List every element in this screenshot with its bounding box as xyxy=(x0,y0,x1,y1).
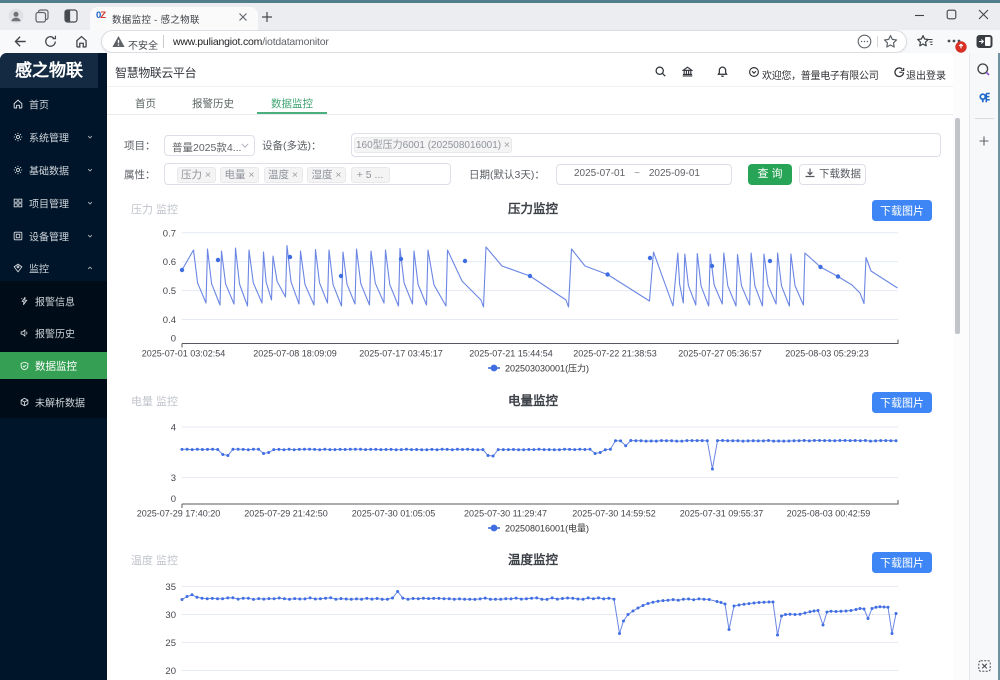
svg-text:202508016001(电量): 202508016001(电量) xyxy=(505,523,589,534)
svg-text:电量监控: 电量监控 xyxy=(508,393,559,408)
svg-text:下载图片: 下载图片 xyxy=(880,205,924,218)
svg-text:35: 35 xyxy=(165,582,176,593)
svg-text:30: 30 xyxy=(165,610,176,621)
svg-text:0.6: 0.6 xyxy=(163,257,176,268)
svg-text:4: 4 xyxy=(171,423,176,434)
svg-text:压力监控: 压力监控 xyxy=(508,201,559,216)
svg-text:2025-07-22 21:38:53: 2025-07-22 21:38:53 xyxy=(573,349,657,359)
svg-text:2025-07-30 11:29:47: 2025-07-30 11:29:47 xyxy=(464,509,547,519)
svg-text:2025-07-31 09:55:37: 2025-07-31 09:55:37 xyxy=(680,509,764,519)
svg-text:2025-07-29 17:40:20: 2025-07-29 17:40:20 xyxy=(137,509,221,519)
svg-text:下载图片: 下载图片 xyxy=(880,557,924,570)
svg-text:2025-07-01 03:02:54: 2025-07-01 03:02:54 xyxy=(142,349,226,359)
svg-text:3: 3 xyxy=(171,473,176,484)
svg-text:2025-07-30 01:05:05: 2025-07-30 01:05:05 xyxy=(352,509,436,519)
svg-text:下载图片: 下载图片 xyxy=(880,397,924,410)
svg-text:0.7: 0.7 xyxy=(163,228,176,239)
svg-text:2025-07-29 21:42:50: 2025-07-29 21:42:50 xyxy=(244,509,328,519)
svg-text:25: 25 xyxy=(165,638,176,649)
svg-text:压力 监控: 压力 监控 xyxy=(131,202,178,216)
svg-text:温度 监控: 温度 监控 xyxy=(131,553,178,567)
svg-text:0.5: 0.5 xyxy=(163,286,176,297)
svg-text:202503030001(压力): 202503030001(压力) xyxy=(505,363,589,374)
svg-text:20: 20 xyxy=(165,666,176,677)
svg-text:2025-08-03 05:29:23: 2025-08-03 05:29:23 xyxy=(785,349,869,359)
svg-text:2025-07-17 03:45:17: 2025-07-17 03:45:17 xyxy=(359,349,443,359)
svg-text:2025-07-21 15:44:54: 2025-07-21 15:44:54 xyxy=(469,349,553,359)
svg-text:0.4: 0.4 xyxy=(163,315,176,326)
svg-text:2025-08-03 00:42:59: 2025-08-03 00:42:59 xyxy=(787,509,871,519)
svg-text:0: 0 xyxy=(171,494,176,505)
svg-text:电量 监控: 电量 监控 xyxy=(131,394,178,408)
svg-text:2025-07-08 18:09:09: 2025-07-08 18:09:09 xyxy=(253,349,337,359)
svg-text:温度监控: 温度监控 xyxy=(508,552,559,567)
svg-text:2025-07-27 05:36:57: 2025-07-27 05:36:57 xyxy=(678,349,762,359)
svg-text:2025-07-30 14:59:52: 2025-07-30 14:59:52 xyxy=(572,509,656,519)
svg-text:0: 0 xyxy=(171,334,176,345)
